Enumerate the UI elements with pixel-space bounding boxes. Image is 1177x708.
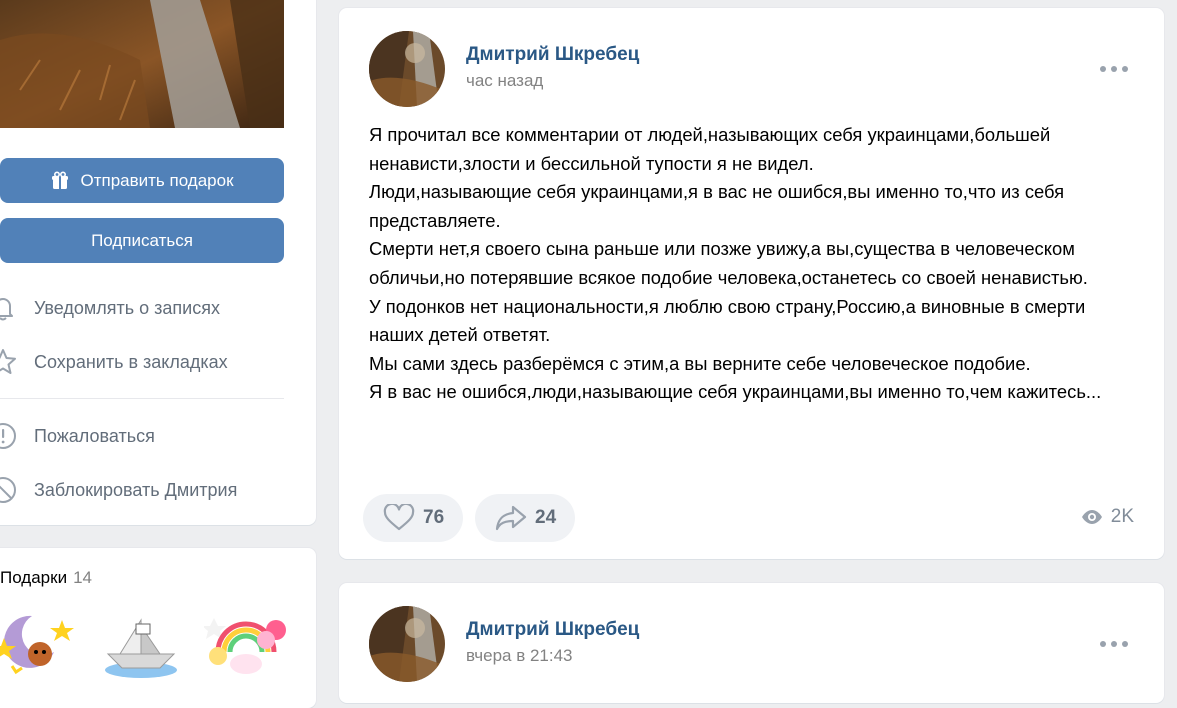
profile-actions-card: Отправить подарок Подписаться Уведомлять… [0,0,316,525]
send-gift-button[interactable]: Отправить подарок [0,158,284,203]
post-text-line: Я в вас не ошибся,люди,называющие себя у… [369,381,1102,403]
gifts-card: Подарки 14 [0,548,316,708]
subscribe-label: Подписаться [91,230,193,250]
send-gift-label: Отправить подарок [80,170,234,190]
author-avatar[interactable] [369,31,445,107]
author-avatar[interactable] [369,606,445,682]
post-author-name[interactable]: Дмитрий Шкребец [466,619,639,641]
heart-icon [383,504,415,531]
block-icon [0,475,24,505]
save-bookmark-label: Сохранить в закладках [34,351,228,372]
share-button[interactable]: 24 [475,494,575,542]
more-options-icon[interactable] [1100,64,1128,74]
subscribe-button[interactable]: Подписаться [0,218,284,263]
menu-divider [0,398,284,399]
notify-posts-item[interactable]: Уведомлять о записях [0,283,284,333]
gifts-header[interactable]: Подарки 14 [0,568,92,588]
post-timestamp[interactable]: вчера в 21:43 [466,646,573,666]
gifts-count: 14 [73,568,92,587]
gift-rainbow-balloons[interactable] [202,608,290,680]
report-label: Пожаловаться [34,425,155,446]
share-count: 24 [535,507,557,528]
bell-icon [0,293,24,323]
gifts-title: Подарки [0,568,68,587]
notify-posts-label: Уведомлять о записях [34,297,220,318]
report-item[interactable]: Пожаловаться [0,411,284,461]
profile-photo[interactable] [0,0,284,128]
post-text-line: Мы сами здесь разберёмся с этим,а вы вер… [369,352,1031,374]
wall-post: Дмитрий Шкребец час назад Я прочитал все… [339,8,1164,559]
save-bookmark-item[interactable]: Сохранить в закладках [0,337,284,387]
post-author-name[interactable]: Дмитрий Шкребец [466,44,639,66]
eye-icon [1081,510,1102,524]
post-text-line: У подонков нет национальности,я люблю св… [369,295,1086,346]
report-icon [0,421,24,451]
post-text-line: Смерти нет,я своего сына раньше или позж… [369,238,1088,288]
views-count: 2K [1110,506,1134,527]
share-icon [495,505,527,531]
block-user-item[interactable]: Заблокировать Дмитрия [0,465,284,515]
post-timestamp[interactable]: час назад [466,71,543,91]
post-text-line: Я прочитал все комментарии от людей,назы… [369,124,1051,174]
post-text-line: Люди,называющие себя украинцами,я в вас … [369,181,1065,231]
star-icon [0,347,24,377]
wall-post: Дмитрий Шкребец вчера в 21:43 [339,583,1164,703]
post-text: Я прочитал все комментарии от людей,назы… [369,121,1144,407]
like-count: 76 [423,507,445,528]
gift-moon-squirrel[interactable] [0,608,78,680]
gift-paper-boat[interactable] [98,608,184,680]
like-button[interactable]: 76 [363,494,463,542]
more-options-icon[interactable] [1100,639,1128,649]
views-counter: 2K [1081,506,1134,528]
block-user-label: Заблокировать Дмитрия [34,479,238,500]
gift-icon [52,170,69,189]
